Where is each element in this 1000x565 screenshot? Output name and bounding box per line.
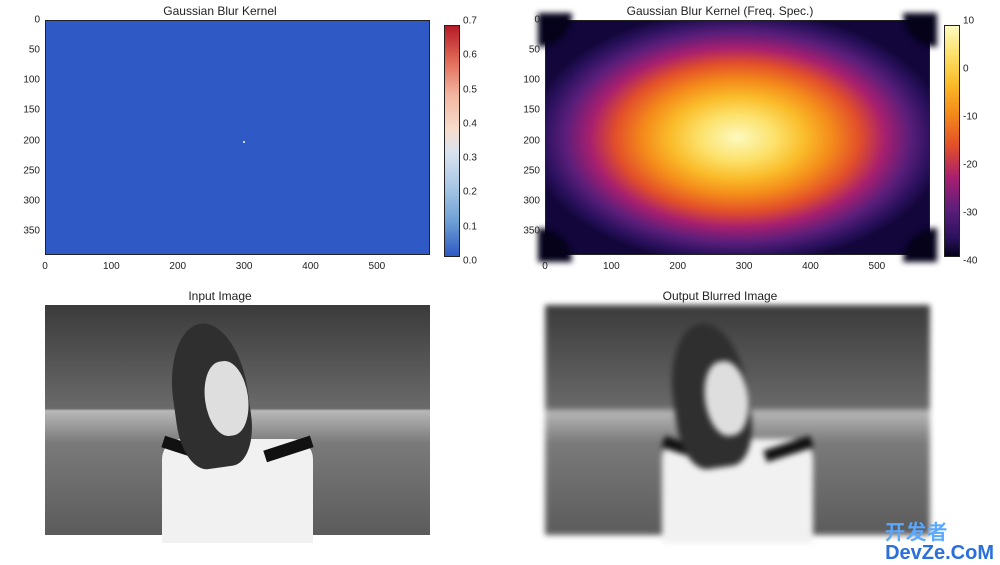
plot-title: Output Blurred Image	[500, 289, 940, 303]
tick-label: 350	[523, 225, 540, 236]
x-axis: 0 100 200 300 400 500	[45, 261, 430, 275]
tick-label: 300	[523, 195, 540, 206]
colorbar-tick: -20	[963, 160, 977, 171]
photo-subject	[184, 323, 292, 530]
colorbar-tick: 0.5	[463, 84, 477, 95]
tick-label: 300	[236, 261, 253, 272]
y-axis: 050100150200250300350	[510, 20, 540, 255]
tick-label: 0	[534, 15, 540, 26]
tick-label: 350	[23, 225, 40, 236]
tick-label: 50	[29, 45, 40, 56]
tick-label: 0	[42, 261, 48, 272]
colorbar-tick: 0.2	[463, 187, 477, 198]
colorbar-ticks: 100-10-20-30-40	[963, 21, 1000, 261]
subplot-kernel: Gaussian Blur Kernel 0 50 100 150 200 250 300 3…	[0, 0, 500, 285]
colorbar: 0.70.60.50.40.30.20.10.0	[444, 25, 460, 257]
tick-label: 200	[169, 261, 186, 272]
colorbar-tick: 0.7	[463, 16, 477, 27]
colorbar-tick: 0.6	[463, 50, 477, 61]
tick-label: 300	[23, 195, 40, 206]
colorbar-tick: 0	[963, 64, 969, 75]
y-axis: 050100150200250300350	[10, 20, 40, 255]
colorbar-tick: 0.0	[463, 256, 477, 267]
freq-corner	[903, 228, 937, 262]
tick-label: 100	[523, 75, 540, 86]
watermark: 开发者 DevZe.CoM	[885, 523, 994, 563]
tick-label: 200	[523, 135, 540, 146]
tick-label: 500	[869, 261, 886, 272]
freq-corner	[538, 13, 572, 47]
colorbar-tick: -30	[963, 208, 977, 219]
colorbar-tick: 0.1	[463, 221, 477, 232]
subplot-input-image: Input Image	[0, 285, 500, 565]
freq-corner	[903, 13, 937, 47]
photo-subject	[684, 323, 792, 530]
colorbar-tick: 10	[963, 16, 974, 27]
output-image	[545, 305, 930, 535]
tick-label: 200	[669, 261, 686, 272]
tick-label: 400	[302, 261, 319, 272]
figure: Gaussian Blur Kernel 0501001502002503003…	[0, 0, 1000, 565]
colorbar-tick: 0.4	[463, 118, 477, 129]
plot-title: Gaussian Blur Kernel	[0, 4, 440, 18]
tick-label: 50	[529, 45, 540, 56]
tick-label: 100	[103, 261, 120, 272]
subplot-grid: Gaussian Blur Kernel 0501001502002503003…	[0, 0, 1000, 565]
kernel-peak-dot	[243, 141, 245, 143]
input-image	[45, 305, 430, 535]
colorbar-tick: 0.3	[463, 153, 477, 164]
freq-heatmap	[545, 20, 930, 255]
tick-label: 0	[542, 261, 548, 272]
kernel-heatmap	[45, 20, 430, 255]
freq-corner	[538, 228, 572, 262]
tick-label: 300	[736, 261, 753, 272]
colorbar-tick: -10	[963, 112, 977, 123]
tick-label: 250	[523, 165, 540, 176]
tick-label: 0	[34, 15, 40, 26]
tick-label: 200	[23, 135, 40, 146]
tick-label: 250	[23, 165, 40, 176]
tick-label: 400	[802, 261, 819, 272]
watermark-cn: 开发者	[885, 523, 994, 543]
subplot-freq: Gaussian Blur Kernel (Freq. Spec.) 05010…	[500, 0, 1000, 285]
colorbar-ticks: 0.70.60.50.40.30.20.10.0	[463, 21, 503, 261]
watermark-en: DevZe.CoM	[885, 543, 994, 563]
x-axis: 0 100 200 300 400 500	[545, 261, 930, 275]
tick-label: 100	[23, 75, 40, 86]
plot-title: Input Image	[0, 289, 440, 303]
colorbar: 100-10-20-30-40	[944, 25, 960, 257]
colorbar-tick: -40	[963, 256, 977, 267]
tick-label: 500	[369, 261, 386, 272]
tick-label: 150	[23, 105, 40, 116]
tick-label: 100	[603, 261, 620, 272]
tick-label: 150	[523, 105, 540, 116]
